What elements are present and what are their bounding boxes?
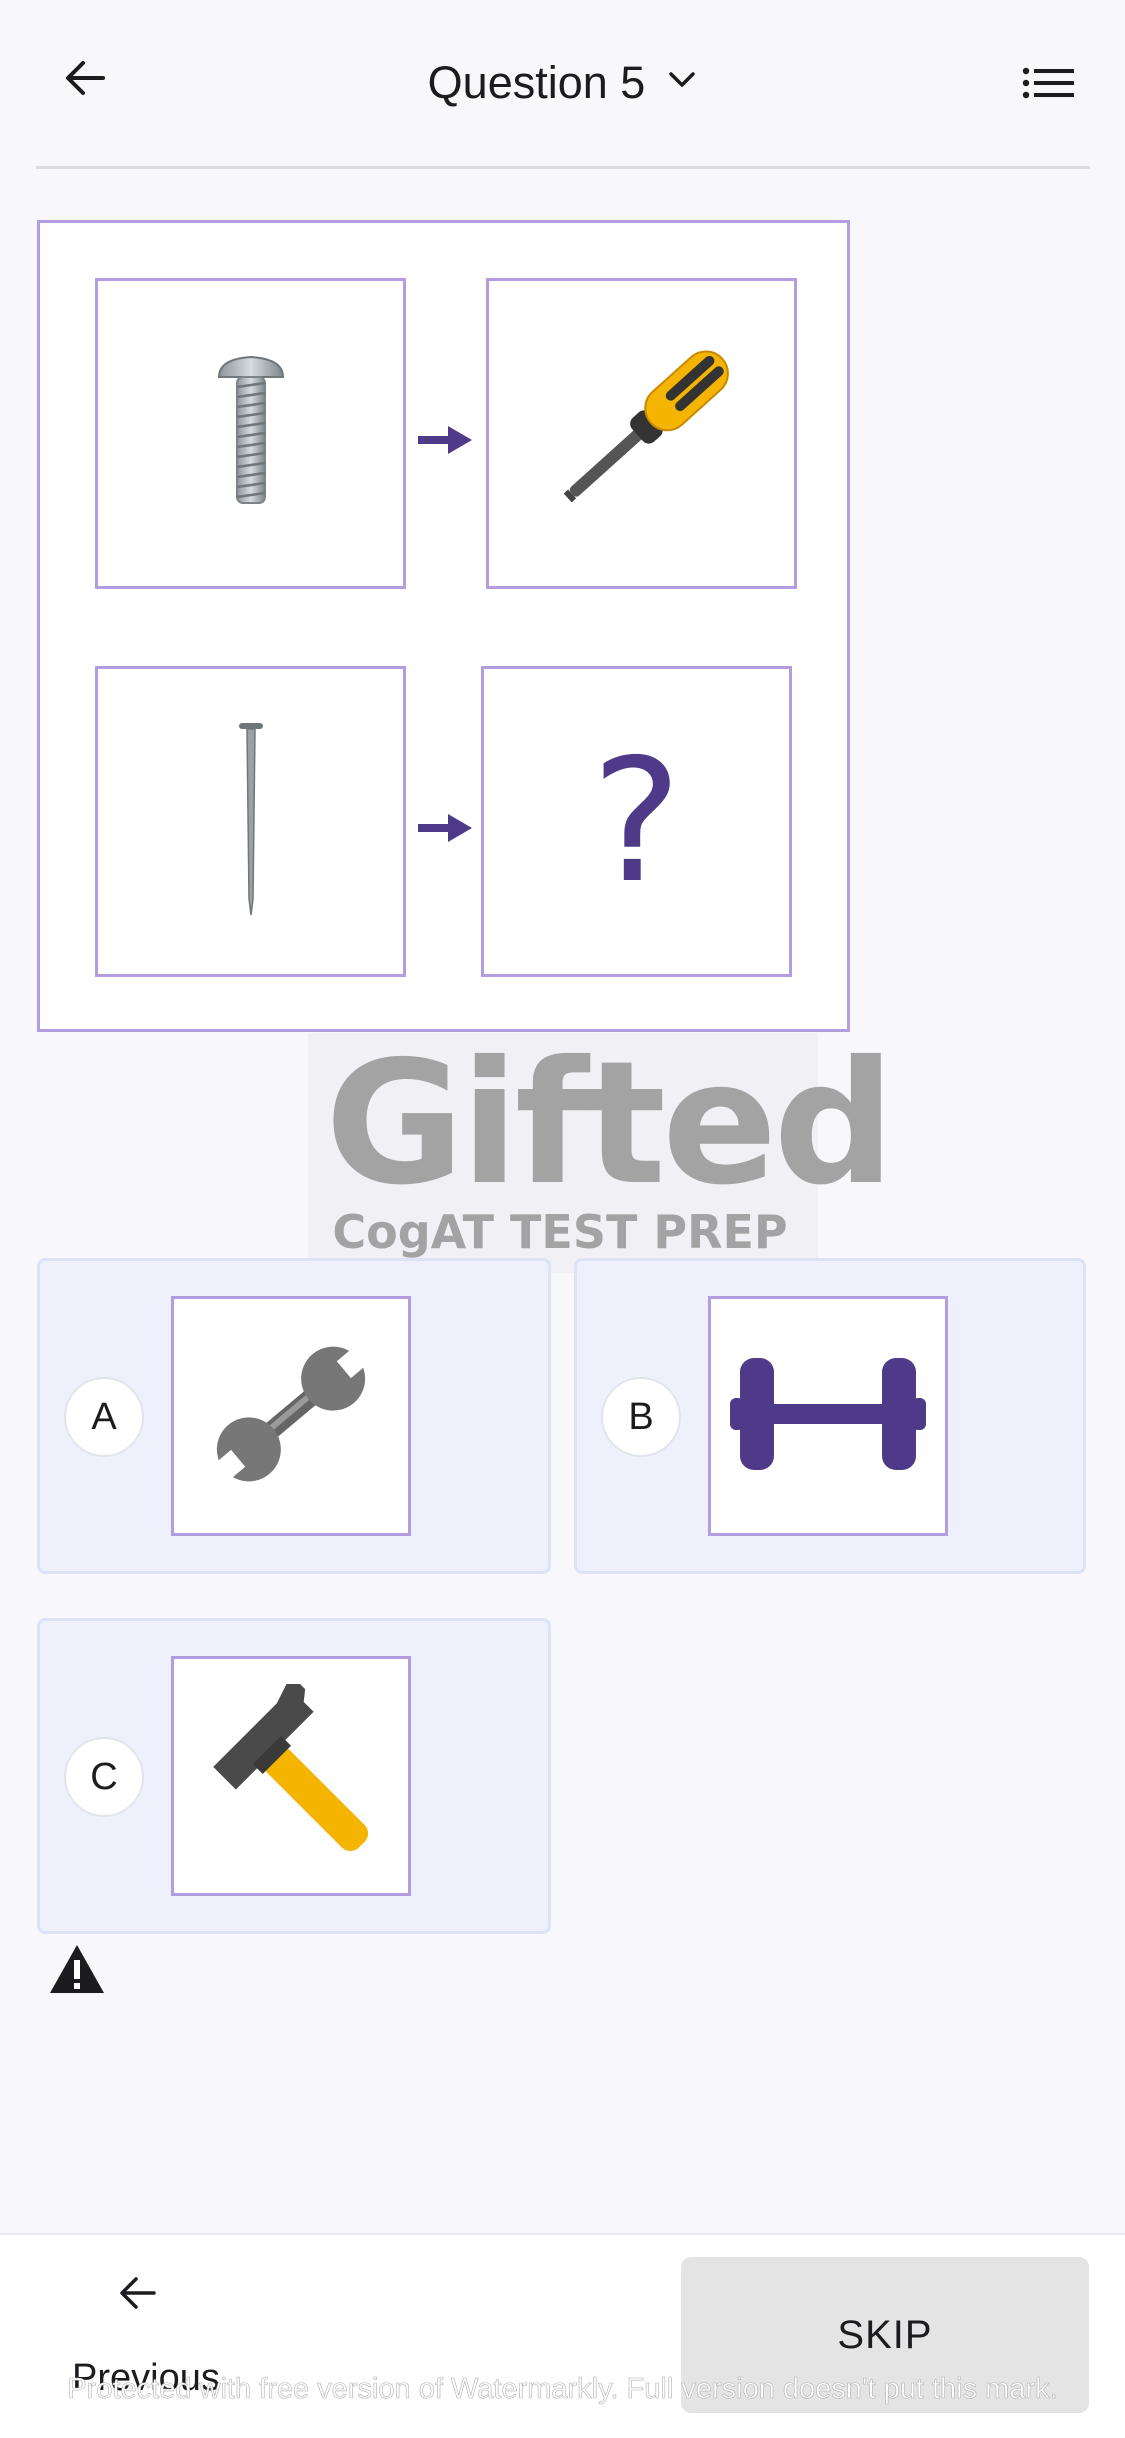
option-letter-b: B [601,1377,681,1457]
back-button[interactable] [50,45,120,115]
nail-icon [231,719,271,924]
skip-label: SKIP [837,2312,933,2357]
arrow-right-icon [410,808,480,848]
arrow-right-icon [410,420,480,460]
footer-watermark-text: Protected with free version of Watermark… [67,2373,1058,2406]
header-divider [36,166,1090,169]
option-image-c [171,1656,411,1896]
arrow-left-icon [118,2275,158,2316]
arrow-left-icon [63,58,107,103]
question-box-screw [95,278,406,589]
screwdriver-icon [532,321,752,546]
warning-icon [48,1945,106,1999]
screw-icon [211,351,291,516]
option-image-a [171,1296,411,1536]
question-box-nail [95,666,406,977]
option-letter-c: C [64,1737,144,1817]
question-box-unknown: ? [481,666,792,977]
watermark-subtitle: CogAT TEST PREP [332,1205,788,1259]
question-list-button[interactable] [1010,50,1085,120]
option-letter-a: A [64,1377,144,1457]
watermark-brand: Gifted [325,1025,895,1223]
list-icon [1022,66,1074,105]
hammer-icon [201,1674,381,1869]
question-box-screwdriver [486,278,797,589]
question-mark: ? [591,722,682,921]
wrench-icon [206,1329,376,1504]
page-title: Question 5 [427,56,646,108]
dumbbell-icon [728,1354,928,1479]
report-problem-button[interactable] [48,1943,108,1999]
chevron-down-icon [667,70,697,95]
option-image-b [708,1296,948,1536]
question-selector[interactable]: Question 5 [0,45,1125,120]
